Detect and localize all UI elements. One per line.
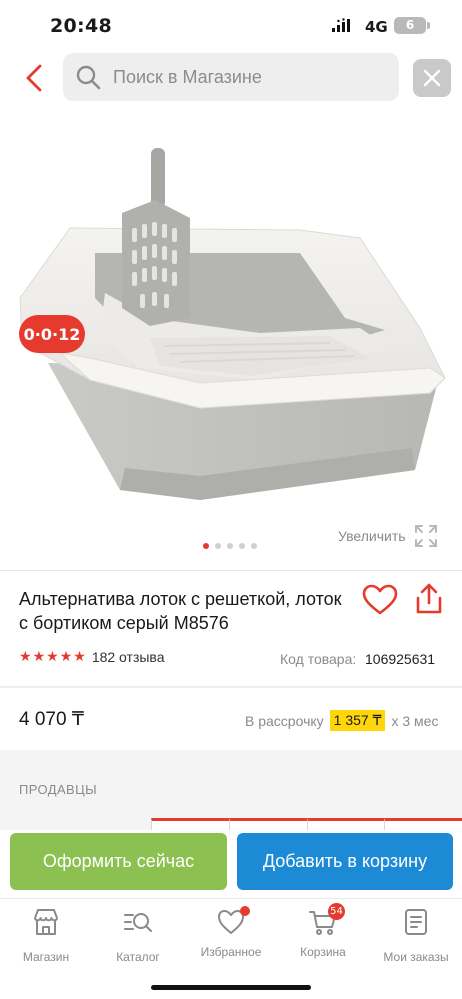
home-indicator [151,985,311,990]
battery-nub [427,22,430,29]
star-icon: ★ [32,649,46,665]
back-button[interactable] [18,60,50,96]
share-icon [416,583,442,614]
star-icon: ★ [46,649,59,665]
search-input[interactable]: Поиск в Магазине [63,53,399,101]
nav-icon-wrap [216,906,250,937]
nav-item-orders[interactable]: Мои заказы [371,907,461,967]
catalog-search-icon [124,913,152,932]
gallery-dot[interactable] [227,543,233,549]
product-price: 4 070 ₸ [19,709,84,730]
nav-item-favorites[interactable]: Избранное [186,906,276,967]
close-icon [423,69,441,87]
search-placeholder: Поиск в Магазине [113,66,262,87]
buy-now-button[interactable]: Оформить сейчас [10,833,227,890]
close-button[interactable] [413,59,451,97]
gallery-dot[interactable] [215,543,221,549]
nav-item-cart[interactable]: 54 Корзина [278,903,368,967]
zoom-label: Увеличить [338,528,406,544]
star-icon: ★ [73,649,86,665]
product-screen: 20:48 4G 6 Поиск в Магазине 0·0·12 Увели… [0,0,462,999]
rating-stars: ★ ★ ★ ★ ★ [19,649,86,665]
star-icon: ★ [59,649,73,665]
gallery-dot[interactable] [251,543,257,549]
gallery-dot[interactable] [203,543,209,549]
product-code-value: 106925631 [365,651,436,667]
rating-row: ★ ★ ★ ★ ★ 182 отзыва [19,649,165,665]
shop-icon [34,909,58,935]
add-to-cart-button[interactable]: Добавить в корзину [237,833,453,890]
nav-label: Магазин [22,950,70,964]
cart-count-badge: 54 [328,903,345,920]
search-icon [75,64,101,90]
notification-dot [240,906,250,916]
section-divider [0,686,462,688]
seller-tab[interactable] [228,818,307,830]
reviews-link[interactable]: 182 отзыва [92,649,165,665]
heart-icon [362,584,398,615]
nav-item-catalog[interactable]: Каталог [93,907,183,967]
product-code-label: Код товара: [280,651,357,667]
seller-tab[interactable] [306,818,385,830]
nav-icon-wrap: 54 [308,903,345,937]
bottom-nav: Магазин Каталог Избранное 54 Корзина Мои… [0,898,462,999]
gallery-dots [203,543,257,549]
nav-label: Корзина [300,945,346,959]
nav-label: Мои заказы [383,950,449,964]
divider [0,570,462,571]
seller-tab[interactable] [151,818,229,830]
signal-icon [332,18,350,32]
gallery-dot[interactable] [239,543,245,549]
battery-icon: 6 [394,17,426,34]
nav-label: Избранное [200,945,262,959]
zoom-button[interactable]: Увеличить [338,522,438,550]
chevron-left-icon [26,64,42,92]
share-button[interactable] [413,582,445,616]
scoop [122,148,190,326]
status-time: 20:48 [50,15,112,37]
installment-prefix: В рассрочку [245,712,324,729]
installment-price: 1 357 ₸ [329,710,386,731]
nav-item-shop[interactable]: Магазин [1,907,91,967]
installment-suffix: x 3 мес [391,712,439,729]
sellers-heading: ПРОДАВЦЫ [19,782,98,797]
favorite-button[interactable] [362,584,398,616]
installment-info: В рассрочку 1 357 ₸ x 3 мес [245,710,438,731]
seller-tabs [151,818,462,830]
status-bar: 20:48 4G 6 [0,0,462,52]
product-title: Альтернатива лоток с решеткой, лоток с б… [19,589,342,633]
expand-icon [414,525,437,547]
orders-icon [405,909,427,935]
nav-label: Каталог [116,950,160,964]
star-icon: ★ [19,649,32,665]
sale-timer-badge: 0·0·12 [19,315,85,353]
seller-tab[interactable] [384,818,462,830]
network-type: 4G [365,18,388,36]
